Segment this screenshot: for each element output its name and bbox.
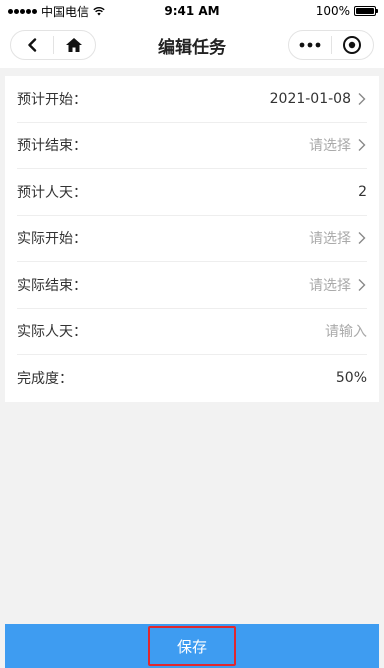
chevron-right-icon bbox=[358, 278, 366, 291]
signal-icon bbox=[8, 8, 37, 14]
nav-capsule-left bbox=[10, 30, 96, 60]
row-right: 请选择 bbox=[309, 135, 367, 155]
row-right: 请输入 bbox=[325, 321, 367, 341]
row-planned-start[interactable]: 预计开始： 2021-01-08 bbox=[17, 76, 367, 123]
row-right: 请选择 bbox=[309, 275, 367, 295]
row-value: 请选择 bbox=[309, 231, 351, 248]
row-label: 实际开始： bbox=[17, 231, 87, 248]
status-bar: 中国电信 9:41 AM 100% bbox=[0, 0, 384, 22]
row-label: 预计结束： bbox=[17, 138, 87, 155]
row-right: 2021-01-08 bbox=[270, 91, 367, 107]
row-actual-start[interactable]: 实际开始： 请选择 bbox=[17, 216, 367, 262]
chevron-right-icon bbox=[358, 139, 366, 152]
row-actual-end[interactable]: 实际结束： 请选择 bbox=[17, 262, 367, 309]
row-value: 2021-01-08 bbox=[269, 90, 351, 107]
chevron-right-icon bbox=[358, 232, 366, 245]
save-button[interactable]: 保存 bbox=[148, 626, 236, 666]
row-actual-days[interactable]: 实际人天： 请输入 bbox=[17, 309, 367, 355]
status-left: 中国电信 bbox=[8, 3, 105, 20]
page-title: 编辑任务 bbox=[158, 37, 226, 58]
close-miniprogram-button[interactable] bbox=[332, 31, 374, 59]
home-icon bbox=[66, 38, 83, 52]
row-value-input[interactable]: 50% bbox=[336, 370, 367, 386]
battery-icon bbox=[354, 6, 378, 16]
nav-bar: 编辑任务 bbox=[0, 22, 384, 68]
row-label: 完成度： bbox=[17, 371, 73, 388]
task-form: 预计开始： 2021-01-08 预计结束： 请选择 预计人天： 2 实际开始：… bbox=[5, 76, 379, 402]
row-label: 预计人天： bbox=[17, 184, 87, 201]
row-value-input[interactable]: 2 bbox=[358, 184, 367, 200]
status-right: 100% bbox=[315, 4, 378, 18]
target-circle-icon bbox=[343, 36, 362, 54]
chevron-left-icon bbox=[28, 38, 36, 52]
more-dots-icon bbox=[299, 42, 321, 48]
row-right: 请选择 bbox=[309, 228, 367, 248]
row-completion[interactable]: 完成度： 50% bbox=[17, 355, 367, 402]
row-label: 实际人天： bbox=[17, 324, 87, 341]
nav-capsule-right bbox=[288, 30, 374, 60]
home-button[interactable] bbox=[54, 31, 96, 59]
row-label: 实际结束： bbox=[17, 277, 87, 294]
status-time: 9:41 AM bbox=[164, 4, 220, 18]
carrier-label: 中国电信 bbox=[41, 4, 90, 19]
wifi-icon bbox=[93, 6, 105, 16]
row-value: 请选择 bbox=[309, 277, 351, 294]
more-button[interactable] bbox=[289, 31, 331, 59]
row-right: 2 bbox=[358, 184, 367, 200]
battery-percent: 100% bbox=[315, 4, 350, 18]
back-button[interactable] bbox=[11, 31, 53, 59]
row-planned-end[interactable]: 预计结束： 请选择 bbox=[17, 123, 367, 169]
bottom-action-bar: 保存 bbox=[5, 624, 379, 668]
chevron-right-icon bbox=[358, 92, 366, 105]
row-label: 预计开始： bbox=[17, 91, 87, 108]
row-planned-days[interactable]: 预计人天： 2 bbox=[17, 169, 367, 216]
row-right: 50% bbox=[336, 370, 367, 386]
row-value-input[interactable]: 请输入 bbox=[325, 321, 367, 341]
row-value: 请选择 bbox=[309, 138, 351, 155]
